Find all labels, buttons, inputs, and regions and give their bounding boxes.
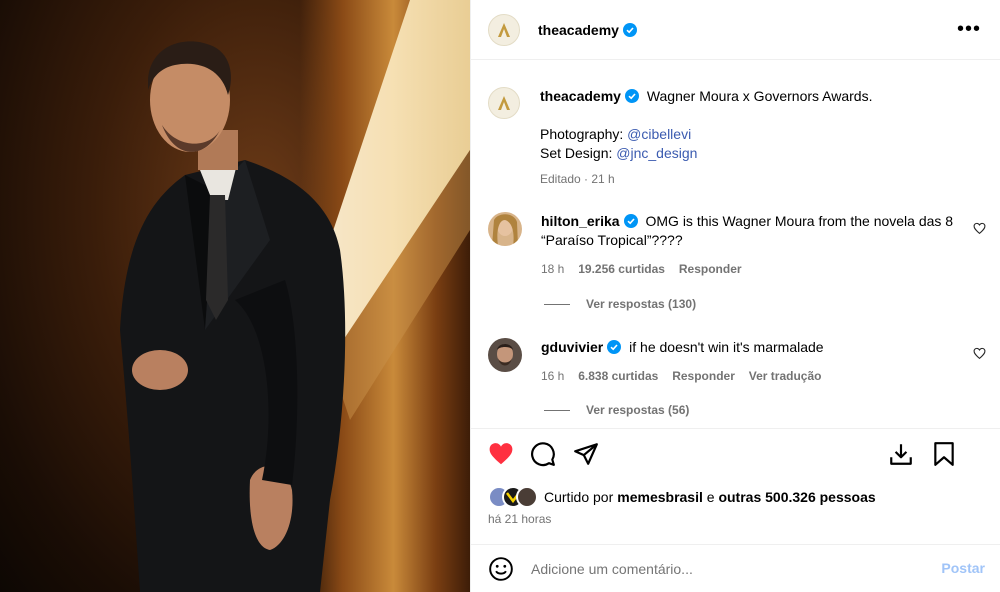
comment-text: if he doesn't win it's marmalade [629,339,824,355]
view-replies-label: Ver respostas (56) [586,403,690,417]
comment-likes[interactable]: 6.838 curtidas [578,369,658,383]
header-username[interactable]: theacademy [538,22,619,38]
comment-username[interactable]: gduvivier [541,339,603,355]
post-header: theacademy ••• [471,0,1000,60]
credit-photography-label: Photography: [540,126,628,142]
credit-set-design-label: Set Design: [540,145,617,161]
commenter-avatar[interactable] [488,338,522,372]
reply-button[interactable]: Responder [679,262,742,276]
post-comment-button[interactable]: Postar [941,560,985,576]
comment-time: 18 h [541,262,565,276]
emoji-icon[interactable] [488,556,514,582]
commenter-avatar[interactable] [488,212,522,246]
verified-badge-icon [622,22,637,37]
likes-middle: e [702,489,719,505]
reply-button[interactable]: Responder [672,369,735,383]
caption-username[interactable]: theacademy [540,88,621,104]
view-replies-line [544,409,570,411]
post-panel: theacademy ••• theacademy Wagner Moura x… [470,0,1000,592]
profile-avatar[interactable] [488,13,520,46]
view-replies-label: Ver respostas (130) [586,297,697,311]
academy-logo-icon [498,96,510,110]
liker-avatars[interactable] [488,486,544,508]
edited-time: Editado · 21 h [540,172,615,186]
credit-photography-link[interactable]: @cibellevi [627,126,691,142]
add-comment-bar: Postar [471,545,1000,592]
view-replies-button[interactable]: Ver respostas (56) [544,403,689,417]
verified-badge-icon [624,89,639,103]
divider [471,428,1000,429]
more-options-icon[interactable]: ••• [957,18,981,41]
post-photo[interactable] [0,0,470,592]
view-replies-line [544,303,570,305]
comment-input[interactable] [531,560,911,577]
post-caption: theacademy Wagner Moura x Governors Awar… [488,87,988,189]
view-replies-button[interactable]: Ver respostas (130) [544,297,696,311]
comment-time: 16 h [541,369,565,383]
share-icon[interactable] [573,441,599,467]
academy-logo-icon [498,22,510,37]
translate-button[interactable]: Ver tradução [749,369,822,383]
download-icon[interactable] [888,441,914,467]
verified-badge-icon [623,214,638,228]
comment-item: hilton_erika OMG is this Wagner Moura fr… [488,212,968,279]
likes-user-link[interactable]: memesbrasil [617,489,703,505]
likes-summary: Curtido por memesbrasil e outras 500.326… [488,486,876,508]
caption-avatar[interactable] [488,87,520,119]
comment-icon[interactable] [530,441,556,467]
comment-like-heart-icon[interactable] [973,347,986,360]
comment-username[interactable]: hilton_erika [541,213,620,229]
comment-likes[interactable]: 19.256 curtidas [578,262,665,276]
likes-prefix: Curtido por [544,489,614,505]
posted-time: há 21 horas [488,512,552,526]
liker-avatar [516,486,538,508]
heart-icon[interactable] [488,441,514,467]
comment-item: gduvivier if he doesn't win it's marmala… [488,338,968,386]
likes-others-link[interactable]: outras 500.326 pessoas [718,489,875,505]
bookmark-icon[interactable] [931,441,957,467]
credit-set-design-link[interactable]: @jnc_design [616,145,697,161]
verified-badge-icon [607,340,622,354]
person-figure [120,41,346,592]
comment-like-heart-icon[interactable] [973,222,986,235]
caption-text: Wagner Moura x Governors Awards. [646,88,873,104]
action-bar [488,441,988,471]
